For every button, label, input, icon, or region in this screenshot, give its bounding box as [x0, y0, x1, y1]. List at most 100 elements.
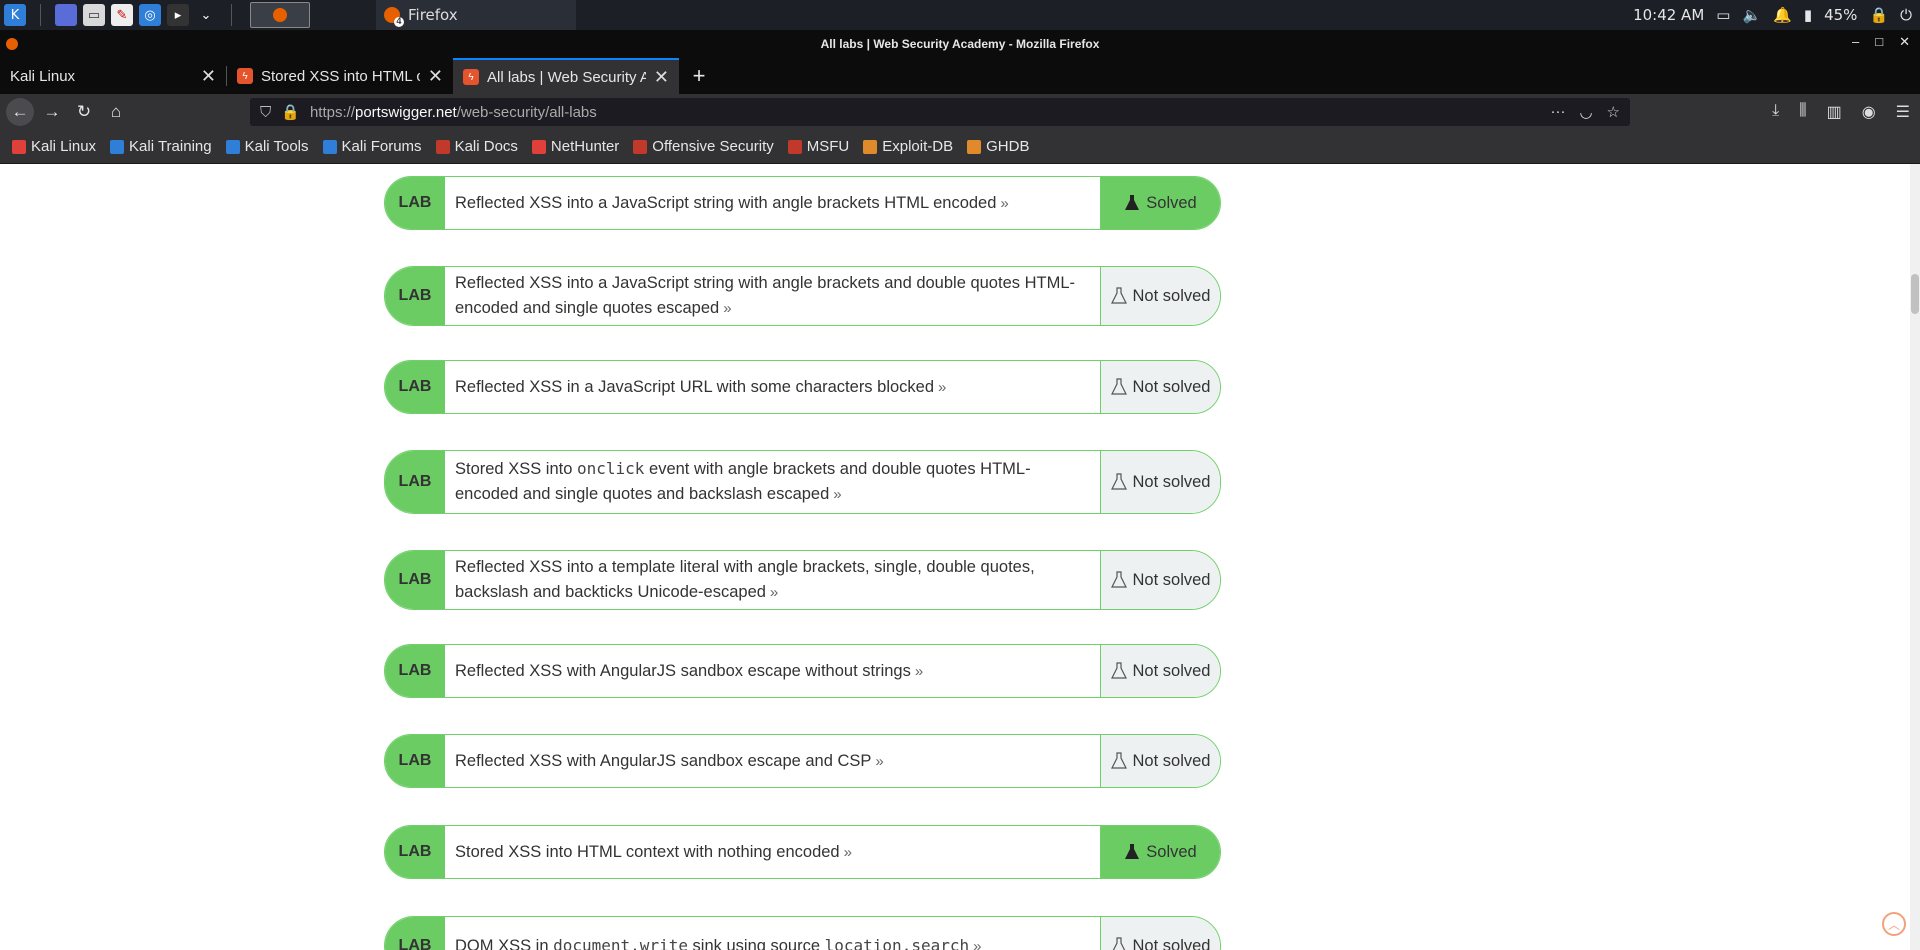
- bookmark-kali-training[interactable]: Kali Training: [110, 138, 212, 155]
- taskbar-firefox-task[interactable]: 4 Firefox: [376, 0, 576, 30]
- lab-title-text: Reflected XSS in a JavaScript URL with s…: [455, 377, 935, 396]
- bookmark-kali-forums[interactable]: Kali Forums: [322, 138, 422, 155]
- bookmark-star-icon[interactable]: ☆: [1607, 103, 1620, 121]
- lab-badge: LAB: [385, 451, 445, 513]
- new-tab-button[interactable]: +: [679, 58, 719, 94]
- ghdb-icon: [967, 139, 982, 154]
- address-bar[interactable]: ⛉ 🔒 https://portswigger.net/web-security…: [250, 98, 1630, 126]
- bookmark-nethunter[interactable]: NetHunter: [531, 138, 619, 155]
- bookmark-offensive-security[interactable]: Offensive Security: [633, 138, 774, 155]
- volume-icon[interactable]: 🔈: [1742, 6, 1761, 24]
- lab-badge: LAB: [385, 826, 445, 878]
- firefox-icon: [273, 8, 287, 22]
- bookmark-msfu[interactable]: MSFU: [787, 138, 849, 155]
- lab-title-link[interactable]: Stored XSS into onclick event with angle…: [445, 451, 1100, 513]
- flask-not-solved-icon: [1110, 378, 1127, 396]
- bookmark-kali-docs[interactable]: Kali Docs: [435, 138, 518, 155]
- lock-icon[interactable]: 🔒: [1869, 6, 1888, 24]
- lab-title-text: Reflected XSS with AngularJS sandbox esc…: [455, 751, 872, 770]
- lab-row[interactable]: LAB Reflected XSS into a JavaScript stri…: [384, 266, 1221, 326]
- text-editor-icon[interactable]: ✎: [111, 4, 133, 26]
- lab-title-link[interactable]: DOM XSS in document.write sink using sou…: [445, 917, 1100, 950]
- terminal-icon[interactable]: ▸: [167, 4, 189, 26]
- forward-button[interactable]: →: [38, 98, 66, 126]
- file-manager-icon[interactable]: ▭: [83, 4, 105, 26]
- page-actions-icon[interactable]: ···: [1550, 103, 1565, 121]
- tab-kali-linux[interactable]: Kali Linux ✕: [0, 58, 226, 94]
- msfu-icon: [787, 139, 802, 154]
- lab-title-link[interactable]: Reflected XSS into a JavaScript string w…: [445, 267, 1100, 325]
- clock[interactable]: 10:42 AM: [1633, 6, 1704, 24]
- lab-row[interactable]: LAB DOM XSS in document.write sink using…: [384, 916, 1221, 950]
- lab-title-link[interactable]: Reflected XSS with AngularJS sandbox esc…: [445, 735, 1100, 787]
- minimize-icon[interactable]: –: [1852, 34, 1859, 50]
- lab-title-link[interactable]: Reflected XSS into a JavaScript string w…: [445, 177, 1100, 229]
- downloads-icon[interactable]: ⤓: [1772, 102, 1779, 122]
- bookmark-kali-linux[interactable]: Kali Linux: [12, 138, 96, 155]
- home-button[interactable]: ⌂: [102, 98, 130, 126]
- close-icon[interactable]: ✕: [428, 66, 443, 87]
- pocket-icon[interactable]: ◡: [1579, 103, 1592, 121]
- battery-icon[interactable]: ▮: [1804, 6, 1812, 24]
- task-count-badge: 4: [394, 17, 404, 27]
- lab-row[interactable]: LAB Reflected XSS into a JavaScript stri…: [384, 176, 1221, 230]
- kali-menu-icon[interactable]: K: [4, 4, 26, 26]
- reload-button[interactable]: ↻: [70, 98, 98, 126]
- scrollbar-thumb[interactable]: [1911, 274, 1919, 314]
- lab-row[interactable]: LAB Reflected XSS in a JavaScript URL wi…: [384, 360, 1221, 414]
- tab-bar: Kali Linux ✕ ϟ Stored XSS into HTML co ✕…: [0, 58, 1920, 94]
- hamburger-menu-icon[interactable]: ☰: [1896, 102, 1910, 122]
- lab-title-link[interactable]: Stored XSS into HTML context with nothin…: [445, 826, 1100, 878]
- lab-row[interactable]: LAB Stored XSS into onclick event with a…: [384, 450, 1221, 514]
- lab-title-link[interactable]: Reflected XSS with AngularJS sandbox esc…: [445, 645, 1100, 697]
- library-icon[interactable]: ⫼: [1799, 102, 1806, 122]
- web-browser-icon[interactable]: ◎: [139, 4, 161, 26]
- bookmark-label: Kali Tools: [244, 138, 309, 155]
- bookmark-exploit-db[interactable]: Exploit-DB: [863, 138, 953, 155]
- portswigger-icon: ϟ: [463, 69, 479, 85]
- power-icon[interactable]: ⏻: [1900, 6, 1912, 24]
- tab-stored-xss[interactable]: ϟ Stored XSS into HTML co ✕: [227, 58, 453, 94]
- close-icon[interactable]: ✕: [654, 67, 669, 88]
- chevron-down-icon[interactable]: ⌄: [195, 4, 217, 26]
- workspace-icon[interactable]: [55, 4, 77, 26]
- shield-icon[interactable]: ⛉: [260, 104, 271, 121]
- lab-status-text: Not solved: [1132, 751, 1211, 770]
- active-window-thumbnail[interactable]: [250, 2, 310, 28]
- lab-title-link[interactable]: Reflected XSS in a JavaScript URL with s…: [445, 361, 1100, 413]
- lab-status-text: Not solved: [1132, 661, 1211, 680]
- bookmark-kali-tools[interactable]: Kali Tools: [225, 138, 309, 155]
- close-icon[interactable]: ✕: [1899, 34, 1910, 50]
- system-tray: 10:42 AM ▭ 🔈 🔔 ▮ 45% 🔒 ⏻: [1633, 6, 1920, 24]
- account-icon[interactable]: ◉: [1862, 102, 1876, 122]
- toolbar-right: ⤓ ⫼ ▥ ◉ ☰: [1772, 102, 1910, 122]
- maximize-icon[interactable]: □: [1875, 34, 1883, 50]
- lab-title-text: Stored XSS into HTML context with nothin…: [455, 842, 840, 861]
- sidebar-icon[interactable]: ▥: [1827, 102, 1842, 122]
- tab-all-labs[interactable]: ϟ All labs | Web Security Ac ✕: [453, 58, 679, 94]
- navigation-toolbar: ← → ↻ ⌂ ⛉ 🔒 https://portswigger.net/web-…: [0, 94, 1920, 130]
- back-button[interactable]: ←: [6, 98, 34, 126]
- lab-row[interactable]: LAB Reflected XSS with AngularJS sandbox…: [384, 644, 1221, 698]
- kali-icon: [12, 139, 26, 154]
- lock-icon[interactable]: 🔒: [281, 103, 300, 121]
- lab-row[interactable]: LAB Reflected XSS with AngularJS sandbox…: [384, 734, 1221, 788]
- back-to-top-icon[interactable]: ︿: [1882, 912, 1906, 936]
- lab-title-code: onclick: [577, 459, 645, 479]
- lab-status-text: Not solved: [1132, 472, 1211, 491]
- lab-title-text: Reflected XSS into a JavaScript string w…: [455, 274, 1075, 317]
- lab-status: Not solved: [1100, 361, 1220, 413]
- display-icon[interactable]: ▭: [1716, 6, 1730, 24]
- lab-status-text: Not solved: [1132, 936, 1211, 950]
- double-chevron-right-icon: »: [769, 584, 779, 601]
- lab-row[interactable]: LAB Stored XSS into HTML context with no…: [384, 825, 1221, 879]
- lab-badge: LAB: [385, 551, 445, 609]
- bookmark-ghdb[interactable]: GHDB: [967, 138, 1029, 155]
- notification-bell-icon[interactable]: 🔔: [1773, 6, 1792, 24]
- offsec-icon: [633, 139, 648, 154]
- lab-title-link[interactable]: Reflected XSS into a template literal wi…: [445, 551, 1100, 609]
- lab-badge: LAB: [385, 267, 445, 325]
- window-titlebar: All labs | Web Security Academy - Mozill…: [0, 30, 1920, 58]
- close-icon[interactable]: ✕: [201, 66, 216, 87]
- lab-row[interactable]: LAB Reflected XSS into a template litera…: [384, 550, 1221, 610]
